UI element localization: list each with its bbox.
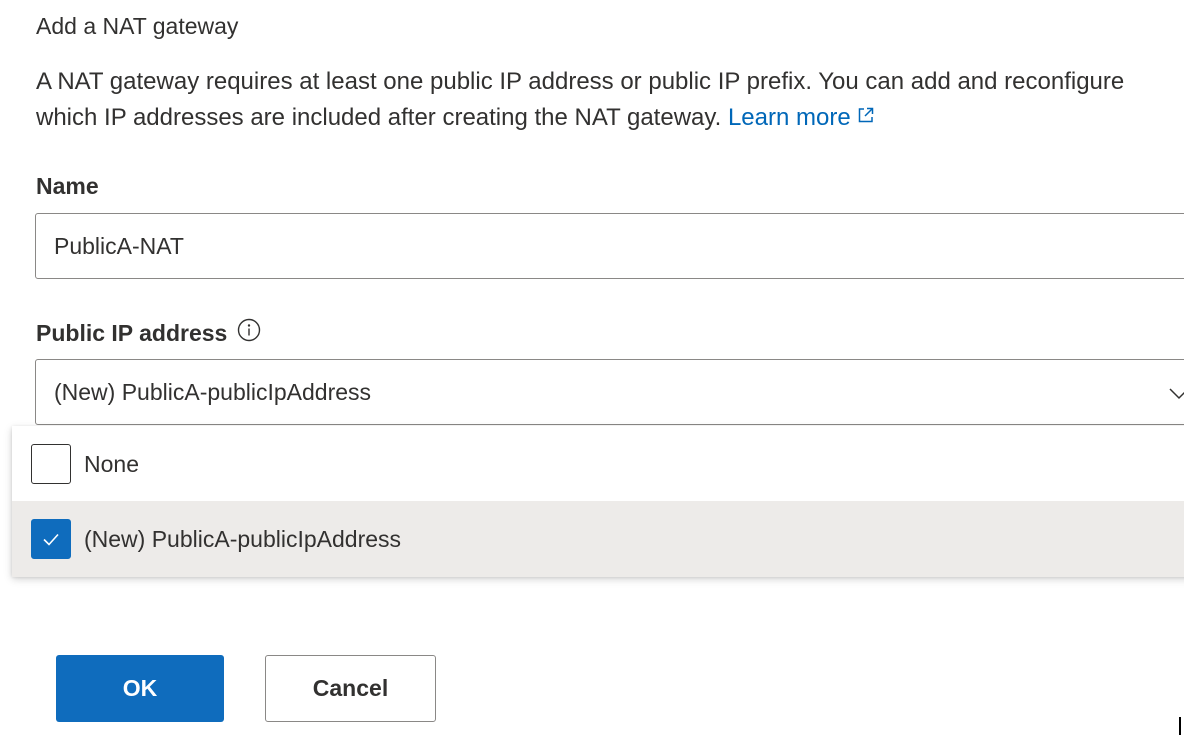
ok-button[interactable]: OK [56,655,224,722]
checkbox-unchecked[interactable] [31,444,71,484]
dropdown-option-label: None [84,450,139,477]
public-ip-label-text: Public IP address [36,319,228,346]
dropdown-option-none[interactable]: None [12,426,1184,502]
description-text: A NAT gateway requires at least one publ… [36,68,1125,131]
external-link-icon [857,99,875,135]
dropdown-option-new-public-ip[interactable]: (New) PublicA-publicIpAddress [12,501,1184,577]
dropdown-option-label: (New) PublicA-publicIpAddress [84,525,402,552]
learn-more-link[interactable]: Learn more [728,104,875,131]
checkmark-icon [43,533,59,546]
info-icon[interactable] [237,318,261,349]
learn-more-label: Learn more [727,104,851,131]
checkbox-checked[interactable] [31,519,71,559]
text-cursor [1179,717,1181,735]
name-input[interactable] [35,213,1184,279]
add-nat-gateway-panel: Add a NAT gateway A NAT gateway requires… [0,0,1184,735]
cancel-button[interactable]: Cancel [265,655,436,722]
public-ip-label: Public IP address [36,316,261,349]
public-ip-dropdown-list: None (New) PublicA-publicIpAddress [12,426,1184,577]
chevron-down-icon [1164,378,1184,413]
public-ip-select[interactable]: (New) PublicA-publicIpAddress [35,359,1184,425]
panel-description: A NAT gateway requires at least one publ… [36,64,1156,136]
public-ip-selected-value: (New) PublicA-publicIpAddress [54,378,372,405]
panel-title: Add a NAT gateway [36,13,239,39]
name-label: Name [36,173,99,199]
